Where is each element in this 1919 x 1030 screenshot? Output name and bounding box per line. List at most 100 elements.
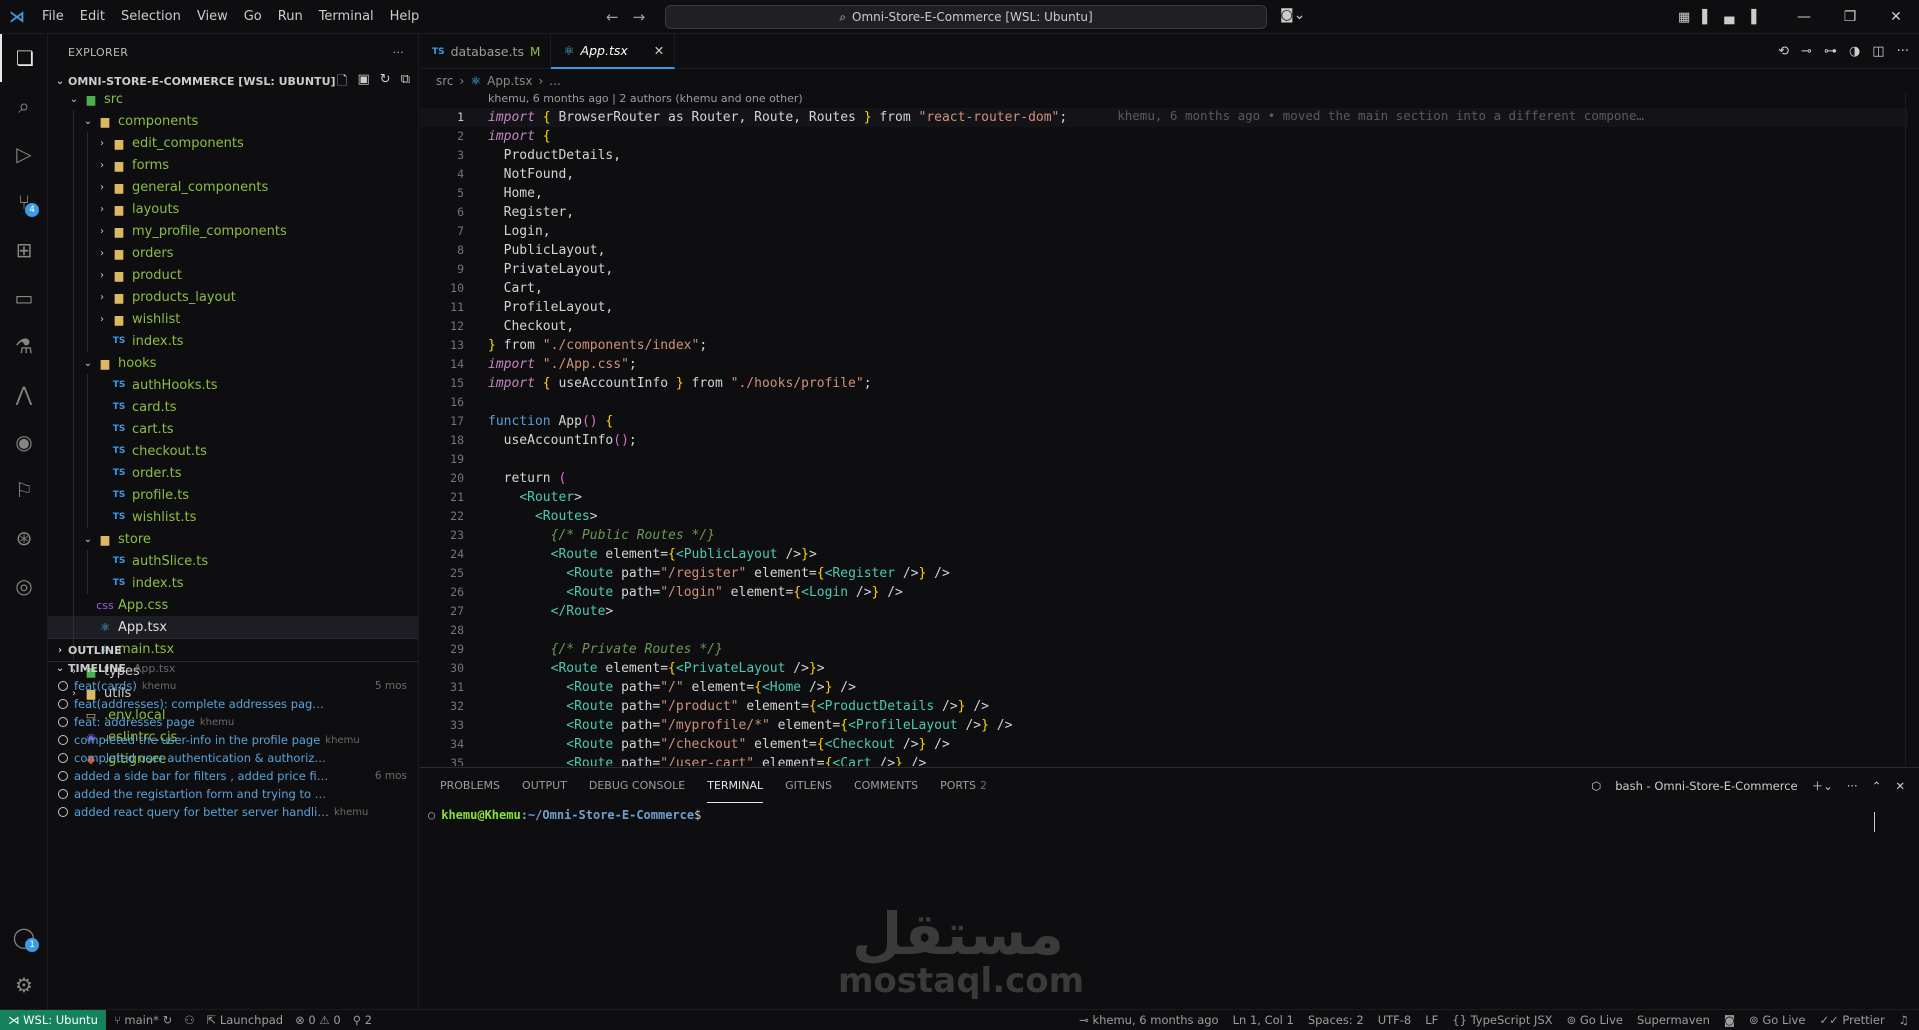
toggle-primary-sidebar-icon[interactable]: ▌ [1702,10,1712,25]
minimize-icon[interactable]: — [1781,0,1827,34]
source-control-icon[interactable]: ⑂ 4 [0,178,48,226]
more-editor-actions-icon[interactable]: ··· [1897,44,1909,59]
remote-indicator[interactable]: ⋊ WSL: Ubuntu [0,1009,106,1030]
menu-go[interactable]: Go [236,0,270,34]
breadcrumb-symbol[interactable]: ... [549,74,560,88]
timeline-entry[interactable]: added react query for better server hand… [48,803,418,821]
tree-item[interactable]: TS cart.ts [48,418,418,440]
close-window-icon[interactable]: ✕ [1873,0,1919,34]
restore-icon[interactable]: ❐ [1827,0,1873,34]
code-line[interactable]: 22 <Routes> [420,507,1908,526]
breadcrumb-folder[interactable]: src [436,74,454,88]
code-line[interactable]: 7 Login, [420,222,1908,241]
supermaven-status[interactable]: Supermaven [1637,1010,1710,1030]
copilot-status-icon[interactable]: ◙ [1724,1010,1735,1030]
tree-item[interactable]: css App.css [48,594,418,616]
code-line[interactable]: 33 <Route path="/myprofile/*" element={<… [420,716,1908,735]
more-actions-icon[interactable]: ··· [393,46,404,59]
tree-item[interactable]: › ▆ wishlist [48,308,418,330]
close-panel-icon[interactable]: ✕ [1895,779,1905,793]
tree-item[interactable]: TS card.ts [48,396,418,418]
maximize-panel-icon[interactable]: ⌃ [1872,779,1882,793]
deploy-icon[interactable]: ⋀ [0,370,48,418]
tree-item[interactable]: › ▆ layouts [48,198,418,220]
ports-status[interactable]: ⚲ 2 [353,1013,372,1027]
encoding[interactable]: UTF-8 [1378,1010,1412,1030]
code-line[interactable]: 25 <Route path="/register" element={<Reg… [420,564,1908,583]
tree-item[interactable]: ⌄ ▆ src [48,88,418,110]
tree-item[interactable]: TS wishlist.ts [48,506,418,528]
notifications-bell-icon[interactable]: ♫ [1899,1010,1909,1030]
gitlens-inspect-icon[interactable]: ◑ [1849,44,1860,59]
tree-item[interactable]: ⚛ App.tsx [48,616,418,638]
panel-tab-problems[interactable]: PROBLEMS [440,768,500,803]
timeline-entry[interactable]: added the registartion form and trying t… [48,785,418,803]
copilot-icon[interactable]: ◙⌄ [1280,7,1305,23]
code-editor[interactable]: 1 import { BrowserRouter as Router, Route… [420,108,1908,766]
remote-explorer-icon[interactable]: ▭ [0,274,48,322]
terminal-scrollbar[interactable] [1874,812,1875,832]
tree-item[interactable]: › ▆ my_profile_components [48,220,418,242]
code-line[interactable]: 13} from "./components/index"; [420,336,1908,355]
docker-icon[interactable]: ◎ [0,562,48,610]
tree-item[interactable]: › ▆ orders [48,242,418,264]
tree-item[interactable]: TS profile.ts [48,484,418,506]
testing-icon[interactable]: ⚗ [0,322,48,370]
forward-arrow-icon[interactable]: → [633,8,646,26]
prettier-status[interactable]: ✓✓ Prettier [1819,1010,1884,1030]
code-line[interactable]: 3 ProductDetails, [420,146,1908,165]
toggle-panel-icon[interactable]: ▄ [1724,10,1734,25]
tree-item[interactable]: ⌄ ▆ components [48,110,418,132]
code-line[interactable]: 32 <Route path="/product" element={<Prod… [420,697,1908,716]
gitlens-graph-icon[interactable]: ⚇ [184,1013,194,1027]
tree-item[interactable]: TS authHooks.ts [48,374,418,396]
tree-item[interactable]: › ▆ products_layout [48,286,418,308]
go-live-button-2[interactable]: ⊚ Go Live [1749,1010,1805,1030]
command-center-search[interactable]: ⌕ Omni-Store-E-Commerce [WSL: Ubuntu] [665,5,1267,29]
cursor-position[interactable]: Ln 1, Col 1 [1233,1010,1294,1030]
toggle-secondary-sidebar-icon[interactable]: ▐ [1746,10,1756,25]
open-changes-icon[interactable]: ⟲ [1778,44,1789,59]
menu-file[interactable]: File [34,0,72,34]
gitlens-icon[interactable]: ⊛ [0,514,48,562]
terminal-name[interactable]: bash - Omni-Store-E-Commerce [1615,779,1797,793]
code-line[interactable]: 17 function App() { [420,412,1908,431]
editor-scrollbar[interactable] [1905,92,1919,766]
timeline-header[interactable]: ⌄ TIMELINE App.tsx [48,657,418,679]
code-line[interactable]: 21 <Router> [420,488,1908,507]
code-line[interactable]: 29 {/* Private Routes */} [420,640,1908,659]
end-of-line[interactable]: LF [1425,1010,1438,1030]
code-line[interactable]: 8 PublicLayout, [420,241,1908,260]
panel-tab-gitlens[interactable]: GITLENS [785,768,832,803]
code-line[interactable]: 35 <Route path="/user-cart" element={<Ca… [420,754,1908,766]
code-line[interactable]: 6 Register, [420,203,1908,222]
go-live-button[interactable]: ⊚ Go Live [1567,1010,1623,1030]
run-debug-icon[interactable]: ▷ [0,130,48,178]
launchpad-status[interactable]: ⇱ Launchpad [207,1013,284,1027]
extensions-icon[interactable]: ⊞ [0,226,48,274]
blame-status[interactable]: ⊸ khemu, 6 months ago [1079,1010,1218,1030]
tree-item[interactable]: TS order.ts [48,462,418,484]
code-line[interactable]: 19 [420,450,1908,469]
code-line[interactable]: 15 import { useAccountInfo } from "./hook… [420,374,1908,393]
code-line[interactable]: 1 import { BrowserRouter as Router, Route… [420,108,1908,127]
tree-item[interactable]: ⌄ ▆ store [48,528,418,550]
code-line[interactable]: 14 import "./App.css"; [420,355,1908,374]
split-editor-icon[interactable]: ◫ [1872,44,1884,59]
code-line[interactable]: 34 <Route path="/checkout" element={<Che… [420,735,1908,754]
menu-terminal[interactable]: Terminal [311,0,382,34]
tree-item[interactable]: › ▆ forms [48,154,418,176]
code-line[interactable]: 12 Checkout, [420,317,1908,336]
tree-item[interactable]: TS checkout.ts [48,440,418,462]
panel-tab-output[interactable]: OUTPUT [522,768,567,803]
menu-edit[interactable]: Edit [72,0,113,34]
close-tab-icon[interactable]: ✕ [654,43,664,58]
code-line[interactable]: 28 [420,621,1908,640]
search-view-icon[interactable]: ⌕ [0,82,48,130]
panel-tab-ports[interactable]: PORTS [940,768,976,803]
sync-icon[interactable]: ↻ [163,1013,173,1027]
code-line[interactable]: 5 Home, [420,184,1908,203]
previous-change-icon[interactable]: ⊸ [1801,44,1812,59]
code-line[interactable]: 16 [420,393,1908,412]
tree-item[interactable]: › ▆ edit_components [48,132,418,154]
